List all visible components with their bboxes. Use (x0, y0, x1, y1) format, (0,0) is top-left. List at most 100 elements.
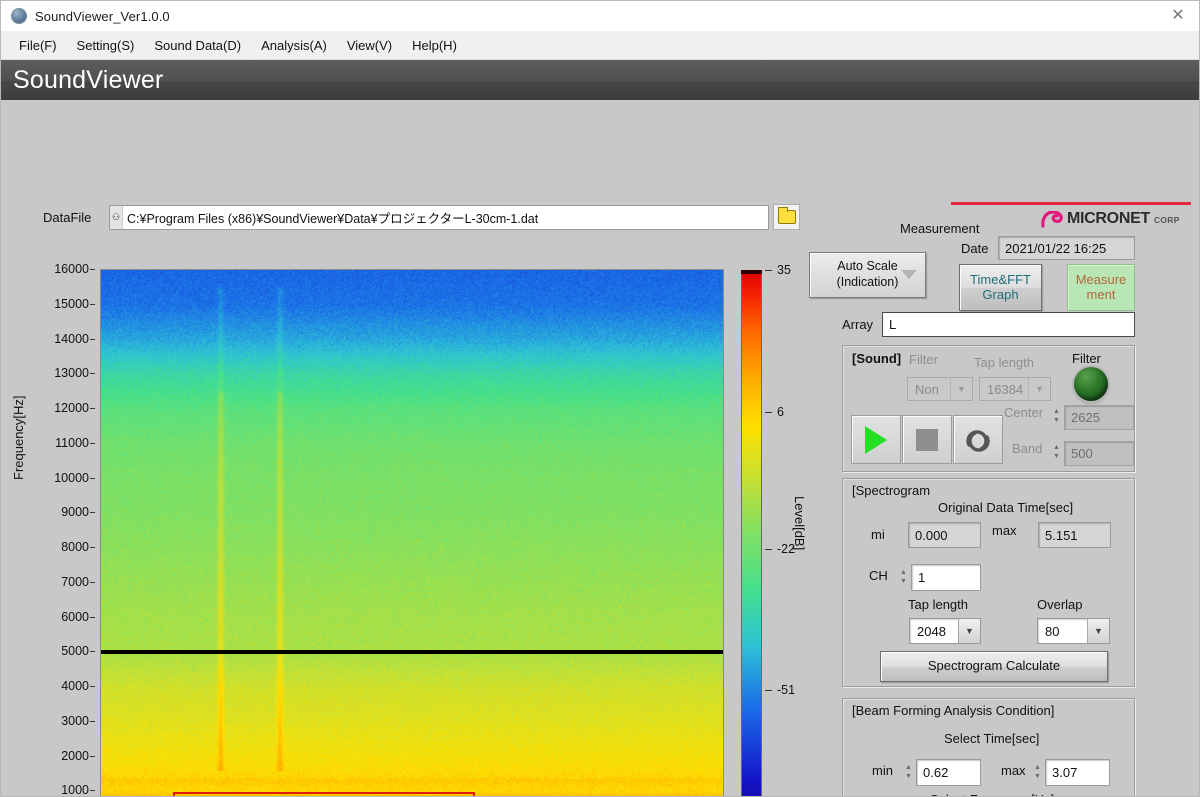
loop-icon (966, 429, 990, 452)
spectrogram-calculate-button[interactable]: Spectrogram Calculate (880, 651, 1108, 682)
menu-item-help[interactable]: Help(H) (402, 35, 467, 56)
menu-bar: File(F) Setting(S) Sound Data(D) Analysi… (1, 31, 1199, 60)
y-tick-mark (90, 686, 95, 687)
micronet-logo-suffix: CORP (1153, 215, 1180, 225)
time-max-stepper[interactable]: ▲ ▼ (1031, 759, 1044, 785)
overlap-label: Overlap (1037, 597, 1083, 612)
y-tick-mark (90, 720, 95, 722)
original-data-time-label: Original Data Time[sec] (938, 500, 1074, 515)
menu-item-sound-data[interactable]: Sound Data(D) (144, 35, 251, 56)
menu-item-setting[interactable]: Setting(S) (67, 35, 145, 56)
spectrogram-plot[interactable] (100, 269, 724, 796)
menu-item-file[interactable]: File(F) (9, 35, 67, 56)
y-tick-mark (90, 477, 95, 479)
y-tick-mark (90, 790, 95, 792)
play-button[interactable] (851, 415, 901, 464)
beamforming-group-title: [Beam Forming Analysis Condition] (852, 703, 1055, 718)
spec-tap-length-label: Tap length (908, 597, 968, 612)
colorbar-tick-label: 35 (777, 263, 791, 277)
sound-filter-value: Non (915, 381, 939, 397)
ch-value[interactable]: 1 (911, 564, 981, 591)
y-tick-mark (90, 269, 95, 270)
y-tick-label: 6000 (61, 609, 89, 624)
spectrogram-noise (101, 270, 723, 796)
micronet-logo: MICRONET CORP (1041, 210, 1180, 228)
datafile-label: DataFile (43, 210, 92, 225)
y-tick-mark (90, 442, 95, 444)
center-stepper[interactable]: ▲ ▼ (1050, 403, 1063, 429)
spec-tap-length-select[interactable]: 2048 ▼ (909, 618, 981, 644)
sound-tap-length-select[interactable]: 16384 ▼ (979, 377, 1051, 401)
loop-button[interactable] (953, 415, 1003, 464)
chevron-down-icon (901, 270, 917, 280)
chevron-down-icon: ▼ (958, 619, 980, 643)
datafile-input[interactable]: ⚇ C:¥Program Files (x86)¥SoundViewer¥Dat… (109, 205, 769, 230)
overlap-select[interactable]: 80 ▼ (1037, 618, 1110, 644)
y-tick-mark (90, 512, 95, 514)
time-max-value[interactable]: 3.07 (1045, 759, 1110, 786)
array-label: Array (842, 317, 874, 332)
y-tick-mark (90, 547, 95, 548)
measurement-btn-line1: Measure (1075, 271, 1127, 287)
y-tick-label: 7000 (61, 574, 89, 589)
spectrogram-marker-line (101, 650, 723, 655)
menu-item-view[interactable]: View(V) (337, 35, 402, 56)
select-frequency-label: Select Frequency[Hz] (930, 792, 1054, 796)
select-time-label: Select Time[sec] (944, 731, 1040, 746)
filter-led-indicator (1074, 367, 1108, 401)
array-input[interactable]: L (882, 312, 1135, 337)
stop-button[interactable] (902, 415, 952, 464)
y-axis-label: Frequency[Hz] (11, 395, 26, 480)
sound-filter-label: Filter (909, 352, 938, 367)
ch-stepper[interactable]: ▲ ▼ (897, 564, 910, 590)
colorbar-tick-mark (765, 411, 772, 413)
time-fft-line2: Graph (982, 286, 1019, 302)
measurement-button[interactable]: Measure ment (1067, 264, 1135, 311)
menu-item-analysis[interactable]: Analysis(A) (251, 35, 337, 56)
overlap-value: 80 (1045, 623, 1060, 639)
title-bar: SoundViewer_Ver1.0.0 ✕ (1, 1, 1199, 31)
time-min-label: min (872, 763, 893, 778)
sound-tap-length-value: 16384 (987, 381, 1024, 397)
main-body: DataFile ⚇ C:¥Program Files (x86)¥SoundV… (1, 100, 1199, 796)
close-icon[interactable]: ✕ (1155, 1, 1199, 31)
brand-accent-rule (951, 202, 1191, 205)
auto-scale-line2: (Indication) (836, 275, 899, 289)
colorbar-tick-label: 6 (777, 404, 784, 419)
spec-min-label: mi (871, 527, 885, 542)
auto-scale-dropdown[interactable]: Auto Scale (Indication) (809, 252, 926, 298)
spec-min-value: 0.000 (908, 522, 981, 548)
sound-center-label: Center (1004, 405, 1044, 420)
y-tick-mark (90, 408, 95, 409)
time-max-label: max (1001, 763, 1026, 778)
colorbar-top-cap (741, 270, 762, 274)
soundviewer-window: SoundViewer_Ver1.0.0 ✕ File(F) Setting(S… (0, 0, 1200, 797)
app-banner: SoundViewer (1, 60, 1199, 100)
spectrogram-group-title: [Spectrogram (852, 483, 931, 498)
app-banner-title: SoundViewer (13, 65, 164, 94)
filter-led-label: Filter (1072, 351, 1101, 366)
sound-band-label: Band (1012, 441, 1043, 456)
y-tick-label: 15000 (54, 296, 89, 311)
micronet-mark-icon (1041, 210, 1063, 228)
colorbar-tick-mark (765, 548, 772, 550)
y-tick-label: 2000 (61, 748, 89, 763)
band-stepper[interactable]: ▲ ▼ (1050, 439, 1063, 465)
sound-center-value[interactable]: 2625 (1064, 405, 1134, 430)
time-fft-graph-button[interactable]: Time&FFT Graph (959, 264, 1042, 311)
browse-folder-button[interactable] (773, 204, 800, 230)
y-tick-mark (90, 338, 95, 340)
measurement-btn-line2: ment (1086, 286, 1116, 302)
y-tick-label: 16000 (54, 262, 89, 276)
sound-band-value[interactable]: 500 (1064, 441, 1134, 466)
auto-scale-line1: Auto Scale (837, 259, 898, 274)
chevron-down-icon: ▼ (950, 378, 972, 400)
y-tick-mark (90, 303, 95, 305)
time-min-value[interactable]: 0.62 (916, 759, 981, 786)
sound-filter-select[interactable]: Non ▼ (907, 377, 973, 401)
time-min-stepper[interactable]: ▲ ▼ (902, 759, 915, 785)
y-tick-label: 10000 (54, 470, 89, 485)
ch-label: CH (869, 568, 888, 583)
y-axis-ticks: 0100020003000400050006000700080009000100… (29, 262, 95, 796)
y-tick-label: 12000 (54, 401, 89, 415)
